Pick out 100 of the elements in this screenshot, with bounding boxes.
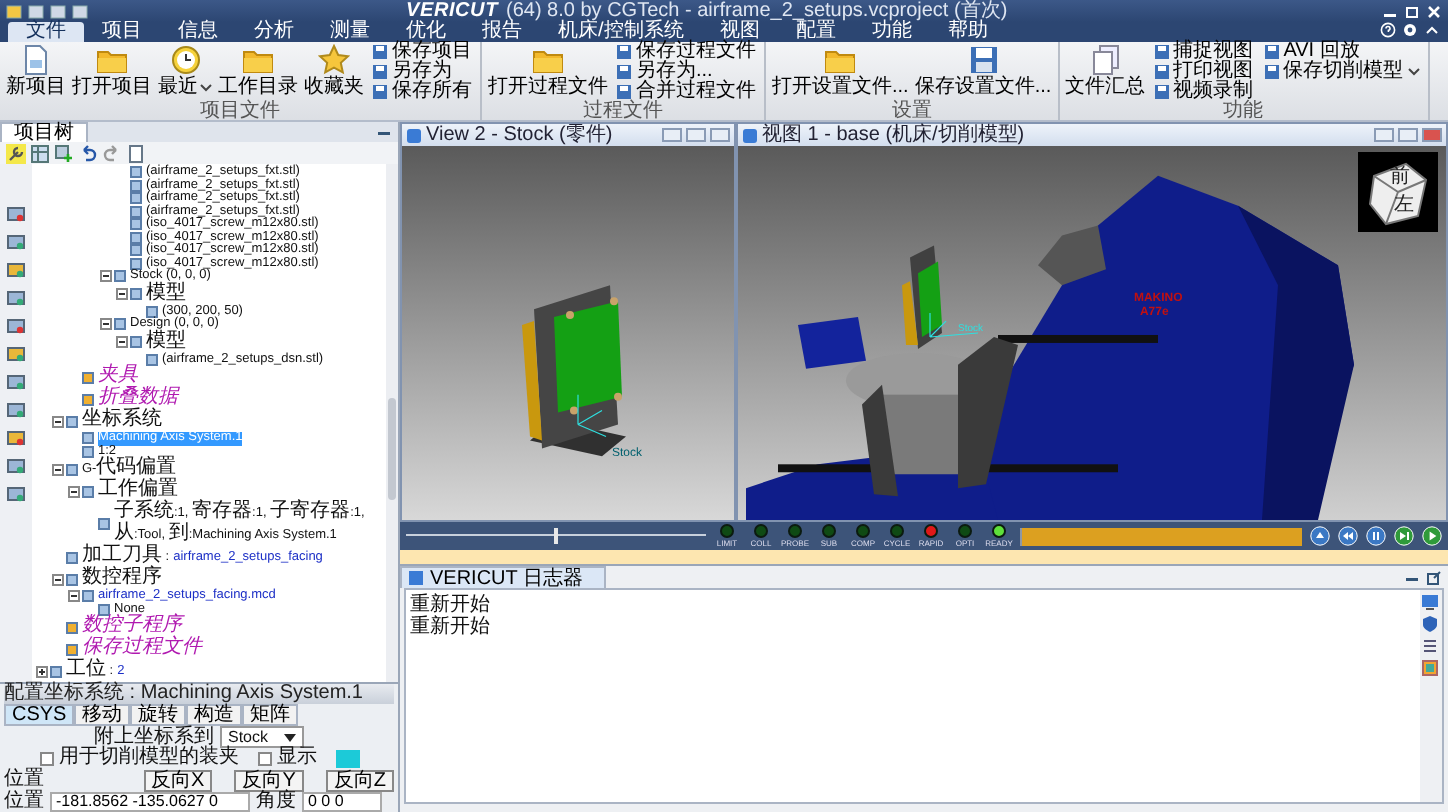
- expander-icon[interactable]: [100, 318, 112, 331]
- help-icon[interactable]: [1380, 22, 1396, 38]
- tool-icon[interactable]: [6, 204, 26, 224]
- menu-tab[interactable]: 配置: [777, 22, 854, 42]
- menu-tab[interactable]: 分析: [236, 22, 312, 42]
- collapse-icon[interactable]: [1424, 22, 1440, 38]
- expander-icon[interactable]: [100, 270, 112, 283]
- detach-icon[interactable]: [1426, 569, 1442, 585]
- add-icon[interactable]: [54, 143, 74, 163]
- tool-icon[interactable]: [6, 456, 26, 476]
- ribbon-button[interactable]: 视频录制: [1149, 82, 1258, 102]
- expander-icon[interactable]: [68, 590, 80, 603]
- speed-slider[interactable]: [406, 528, 706, 544]
- tree-item[interactable]: 工作偏置: [98, 480, 178, 502]
- menu-tab[interactable]: 文件: [8, 22, 84, 42]
- ribbon-button[interactable]: 保存设置文件...: [912, 42, 1054, 102]
- tree-item[interactable]: 保存过程文件: [82, 638, 202, 660]
- expander-icon[interactable]: [52, 573, 64, 585]
- scrollbar[interactable]: [386, 164, 398, 682]
- tab[interactable]: 矩阵: [242, 704, 299, 726]
- tool-icon[interactable]: [6, 260, 26, 280]
- expander-icon[interactable]: [116, 288, 128, 300]
- tool-icon[interactable]: [6, 344, 26, 364]
- tree-item[interactable]: 折叠数据: [98, 388, 178, 410]
- color-swatch[interactable]: [335, 749, 359, 768]
- tool-icon[interactable]: [6, 288, 26, 308]
- panel-tab[interactable]: VERICUT 日志器: [400, 566, 605, 588]
- ribbon-button[interactable]: 另存为...: [612, 62, 760, 82]
- tree-item[interactable]: 模型: [146, 331, 186, 353]
- tool-icon[interactable]: [6, 400, 26, 420]
- attach-dropdown[interactable]: Stock: [219, 726, 304, 748]
- image-icon[interactable]: [1420, 658, 1440, 678]
- ribbon-button[interactable]: 文件汇总: [1063, 42, 1148, 102]
- menu-tab[interactable]: 机床/控制系统: [540, 22, 702, 42]
- tool-icon[interactable]: [6, 484, 26, 504]
- flip-button[interactable]: 反向X: [143, 769, 213, 791]
- panel-tab[interactable]: 项目树: [0, 122, 88, 142]
- ribbon-button[interactable]: 保存所有: [368, 82, 476, 102]
- view-cube-icon[interactable]: [1358, 152, 1438, 232]
- ribbon-button[interactable]: 打印视图: [1149, 62, 1258, 82]
- tab[interactable]: 旋转: [130, 704, 187, 726]
- menu-tab[interactable]: 功能: [853, 22, 930, 42]
- ribbon-button[interactable]: 收藏夹: [302, 42, 366, 102]
- flip-button[interactable]: 反向Z: [325, 769, 394, 791]
- expander-icon[interactable]: [52, 463, 64, 475]
- menu-tab[interactable]: 测量: [312, 22, 388, 42]
- tab[interactable]: 构造: [186, 704, 243, 726]
- ribbon-button[interactable]: AVI 回放: [1259, 42, 1424, 62]
- ribbon-button[interactable]: 打开过程文件: [486, 42, 610, 102]
- grid-icon[interactable]: [30, 143, 50, 163]
- list-icon[interactable]: [1420, 636, 1440, 656]
- ribbon-button[interactable]: 工作目录: [216, 42, 300, 102]
- expander-icon[interactable]: [116, 336, 128, 348]
- tree-item[interactable]: 夹具: [98, 366, 138, 388]
- tool-icon[interactable]: [6, 428, 26, 448]
- reset-icon[interactable]: [1310, 526, 1330, 546]
- tab[interactable]: CSYS: [4, 704, 75, 726]
- ribbon-button[interactable]: 保存切削模型: [1259, 62, 1424, 82]
- step-icon[interactable]: [1394, 526, 1414, 546]
- ribbon-button[interactable]: 另存为: [368, 62, 476, 82]
- checkbox[interactable]: [257, 751, 271, 766]
- menu-tab[interactable]: 信息: [160, 22, 236, 42]
- play-icon[interactable]: [1422, 526, 1442, 546]
- tree-item[interactable]: 模型: [146, 283, 186, 305]
- menu-tab[interactable]: 帮助: [929, 22, 1006, 42]
- ribbon-button[interactable]: 合并过程文件: [612, 82, 760, 102]
- tool-icon[interactable]: [6, 232, 26, 252]
- shield-icon[interactable]: [1420, 614, 1440, 634]
- menu-tab[interactable]: 报告: [464, 22, 540, 42]
- ribbon-button[interactable]: 最近: [156, 42, 214, 102]
- menu-tab[interactable]: 视图: [701, 22, 778, 42]
- rewind-icon[interactable]: [1338, 526, 1358, 546]
- ribbon-button[interactable]: 打开设置文件...: [770, 42, 911, 102]
- text-field[interactable]: 0 0 0: [302, 791, 382, 812]
- ribbon-button[interactable]: 保存项目: [368, 42, 476, 62]
- wrench-icon[interactable]: [6, 143, 26, 163]
- monitor-icon[interactable]: [1420, 592, 1440, 612]
- ribbon-button[interactable]: 捕捉视图: [1149, 42, 1258, 62]
- menu-tab[interactable]: 项目: [84, 22, 160, 42]
- expander-icon[interactable]: [68, 485, 80, 497]
- checkbox[interactable]: [39, 751, 53, 766]
- tree-item[interactable]: 数控子程序: [82, 616, 182, 638]
- settings-icon[interactable]: [1402, 22, 1418, 38]
- expander-icon[interactable]: [36, 665, 48, 677]
- document-icon[interactable]: [126, 143, 146, 163]
- ribbon-button[interactable]: 新项目: [4, 42, 68, 102]
- menu-tab[interactable]: 优化: [388, 22, 464, 42]
- ribbon-button[interactable]: 保存过程文件: [612, 42, 760, 62]
- expander-icon[interactable]: [52, 415, 64, 427]
- tab[interactable]: 移动: [74, 704, 131, 726]
- pause-icon[interactable]: [1366, 526, 1386, 546]
- tool-icon[interactable]: [6, 316, 26, 336]
- undo-icon[interactable]: [78, 143, 98, 163]
- group-label: 功能: [1223, 102, 1264, 122]
- flip-button[interactable]: 反向Y: [234, 769, 304, 791]
- tree-item[interactable]: 坐标系统: [82, 410, 162, 432]
- text-field[interactable]: -181.8562 -135.0627 0: [50, 791, 250, 812]
- tool-icon[interactable]: [6, 372, 26, 392]
- tree-item[interactable]: 数控程序: [82, 568, 162, 590]
- ribbon-button[interactable]: 打开项目: [70, 42, 154, 102]
